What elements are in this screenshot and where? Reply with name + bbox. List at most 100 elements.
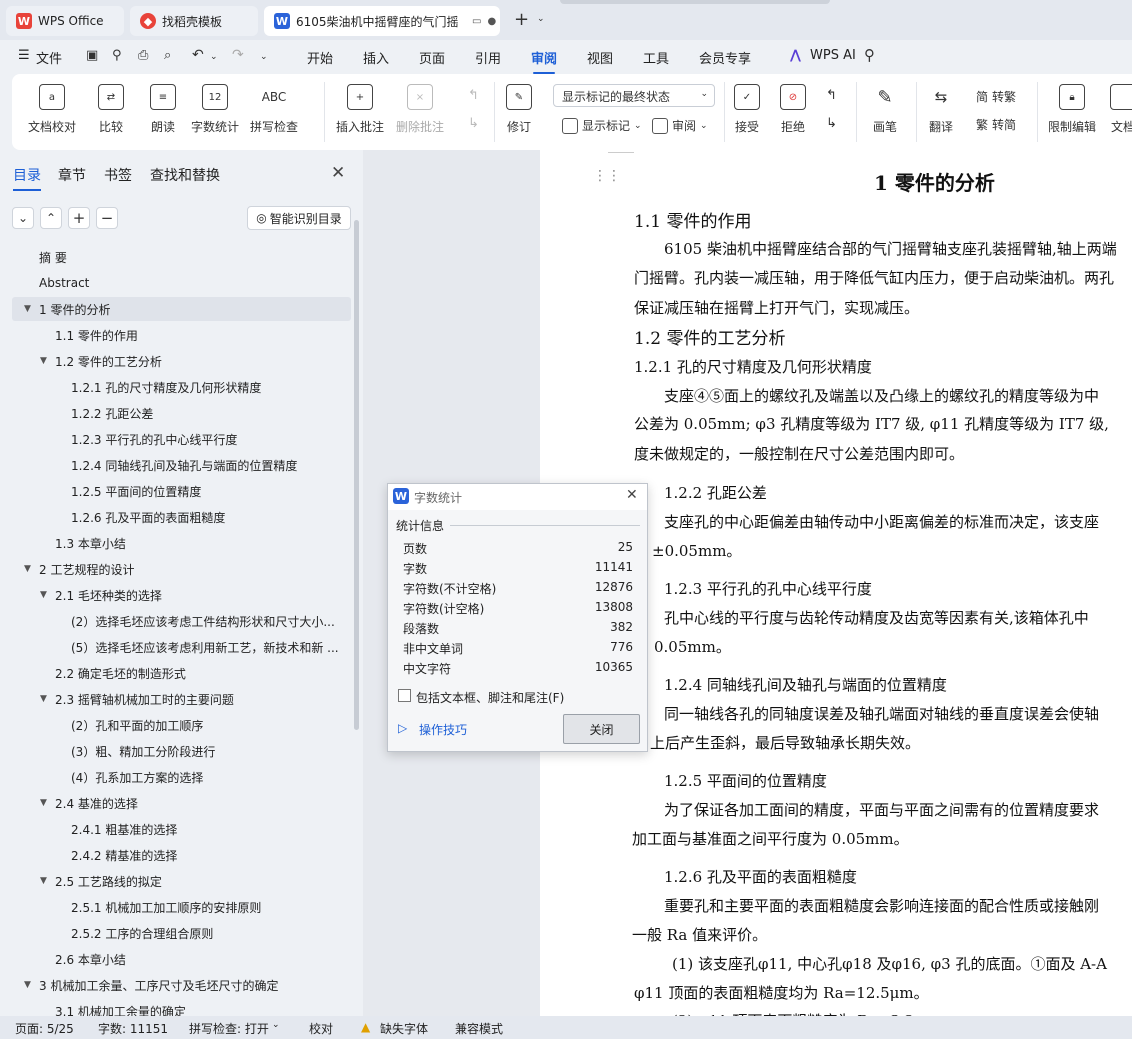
expand-caret-icon[interactable]: ▼: [24, 980, 31, 990]
toc-item[interactable]: 1.2.3 平行孔的孔中心线平行度: [12, 427, 351, 451]
menu-view[interactable]: 视图: [587, 48, 613, 67]
toc-item[interactable]: 1.2.2 孔距公差: [12, 401, 351, 425]
toc-item[interactable]: 1.2.1 孔的尺寸精度及几何形状精度: [12, 375, 351, 399]
print-icon[interactable]: ⎙: [138, 48, 148, 63]
menu-tools[interactable]: 工具: [643, 48, 669, 67]
spell-chevron-icon[interactable]: ⌄: [272, 1020, 280, 1030]
print-preview-icon[interactable]: ⌕: [164, 48, 171, 63]
expand-caret-icon[interactable]: ▼: [40, 590, 47, 600]
menu-file[interactable]: 文件: [36, 48, 62, 67]
toc-item[interactable]: 1.1 零件的作用: [12, 323, 351, 347]
menu-member[interactable]: 会员专享: [699, 48, 751, 67]
add-heading-button[interactable]: +: [68, 207, 90, 229]
insert-comment-button[interactable]: + 插入批注: [336, 84, 384, 135]
delete-comment-button[interactable]: × 删除批注: [396, 84, 444, 135]
close-pane-icon[interactable]: ✕: [331, 163, 345, 183]
smart-toc-button[interactable]: ◎ 智能识别目录: [247, 206, 351, 230]
proofread-status[interactable]: 校对: [309, 1020, 333, 1037]
toc-item[interactable]: ▼ 2 工艺规程的设计: [12, 557, 351, 581]
save-icon[interactable]: ▣: [86, 48, 98, 63]
word-count-button[interactable]: 12 字数统计: [191, 84, 239, 135]
next-change-icon[interactable]: ↳: [826, 116, 837, 131]
collapse-all-button[interactable]: ⌄: [12, 207, 34, 229]
menu-reference[interactable]: 引用: [475, 48, 501, 67]
expand-up-button[interactable]: ⌃: [40, 207, 62, 229]
remove-heading-button[interactable]: −: [96, 207, 118, 229]
include-textbox-checkbox[interactable]: [398, 689, 411, 702]
menu-wps-ai[interactable]: WPS AI: [810, 48, 856, 63]
toc-item[interactable]: 1.2.4 同轴线孔间及轴孔与端面的位置精度: [12, 453, 351, 477]
track-changes-button[interactable]: ✎ 修订: [506, 84, 532, 135]
read-aloud-button[interactable]: ≡ 朗读: [150, 84, 176, 135]
nav-tab-find-replace[interactable]: 查找和替换: [150, 165, 220, 185]
expand-caret-icon[interactable]: ▼: [24, 564, 31, 574]
toc-scrollbar[interactable]: [354, 220, 359, 730]
drag-handle-icon[interactable]: ⋮⋮: [593, 168, 621, 184]
page-indicator[interactable]: 页面: 5/25: [15, 1020, 74, 1037]
toc-item[interactable]: ▼ 2.5 工艺路线的拟定: [12, 869, 351, 893]
nav-tab-toc[interactable]: 目录: [13, 165, 41, 191]
expand-caret-icon[interactable]: ▼: [40, 798, 47, 808]
toc-item[interactable]: ▼ 2.1 毛坯种类的选择: [12, 583, 351, 607]
search-icon[interactable]: ⚲: [864, 46, 875, 64]
operation-tips-link[interactable]: 操作技巧: [419, 721, 467, 738]
translate-button[interactable]: ⇆ 翻译: [928, 84, 954, 135]
toc-item[interactable]: (2）孔和平面的加工顺序: [12, 713, 351, 737]
markup-state-select[interactable]: 显示标记的最终状态 ⌄: [553, 84, 715, 107]
pen-button[interactable]: ✎ 画笔: [872, 84, 898, 135]
nav-tab-bookmarks[interactable]: 书签: [104, 165, 132, 185]
toc-item[interactable]: 2.5.2 工序的合理组合原则: [12, 921, 351, 945]
toc-item[interactable]: 1.3 本章小结: [12, 531, 351, 555]
restrict-edit-button[interactable]: 🔒︎ 限制编辑: [1048, 84, 1096, 135]
toc-item[interactable]: (5）选择毛坯应该考虑利用新工艺，新技术和新 ...: [12, 635, 351, 659]
convert-simplified-button[interactable]: 繁转简: [976, 116, 1016, 133]
toc-item[interactable]: ▼ 1.2 零件的工艺分析: [12, 349, 351, 373]
toc-item[interactable]: 2.2 确定毛坯的制造形式: [12, 661, 351, 685]
hamburger-icon[interactable]: ☰: [18, 48, 30, 63]
word-count-status[interactable]: 字数: 11151: [98, 1020, 168, 1037]
undo-chevron-icon[interactable]: ⌄: [210, 52, 218, 62]
spell-check-status[interactable]: 拼写检查: 打开: [189, 1020, 269, 1037]
toc-item[interactable]: Abstract: [12, 271, 351, 295]
expand-caret-icon[interactable]: ▼: [40, 876, 47, 886]
toc-item[interactable]: 2.6 本章小结: [12, 947, 351, 971]
toc-item[interactable]: (3）粗、精加工分阶段进行: [12, 739, 351, 763]
new-tab-plus-icon[interactable]: +: [514, 9, 529, 30]
toc-item[interactable]: ▼ 3 机械加工余量、工序尺寸及毛坯尺寸的确定: [12, 973, 351, 997]
toc-item[interactable]: 2.4.1 粗基准的选择: [12, 817, 351, 841]
tab-list-chevron-icon[interactable]: ⌄: [537, 14, 545, 24]
close-button[interactable]: 关闭: [563, 714, 640, 744]
review-pane-button[interactable]: 审阅 ⌄: [652, 117, 708, 134]
compare-button[interactable]: ⇄ 比较: [98, 84, 124, 135]
spell-check-button[interactable]: ABC 拼写检查: [250, 84, 298, 135]
expand-caret-icon[interactable]: ▼: [24, 304, 31, 314]
accept-button[interactable]: ✓ 接受: [734, 84, 760, 135]
nav-tab-chapters[interactable]: 章节: [58, 165, 86, 185]
toc-item[interactable]: 2.5.1 机械加工加工顺序的安排原则: [12, 895, 351, 919]
tab-wps-office[interactable]: W WPS Office: [6, 6, 124, 36]
menu-insert[interactable]: 插入: [363, 48, 389, 67]
menu-page[interactable]: 页面: [419, 48, 445, 67]
toc-item[interactable]: 1.2.5 平面间的位置精度: [12, 479, 351, 503]
menu-review[interactable]: 审阅: [531, 48, 557, 74]
toc-item[interactable]: 摘 要: [12, 245, 351, 269]
toc-item[interactable]: 1.2.6 孔及平面的表面粗糙度: [12, 505, 351, 529]
toc-item[interactable]: (2）选择毛坯应该考虑工件结构形状和尺寸大小...: [12, 609, 351, 633]
convert-traditional-button[interactable]: 简转繁: [976, 88, 1016, 105]
toc-item[interactable]: ▼ 2.3 摇臂轴机械加工时的主要问题: [12, 687, 351, 711]
menu-start[interactable]: 开始: [307, 48, 333, 67]
toc-item[interactable]: 2.4.2 精基准的选择: [12, 843, 351, 867]
quick-access-chevron-icon[interactable]: ⌄: [260, 52, 268, 62]
reject-button[interactable]: ⊘ 拒绝: [780, 84, 806, 135]
prev-comment-icon[interactable]: ↰: [468, 88, 479, 103]
undo-icon[interactable]: ↶: [192, 47, 204, 63]
expand-caret-icon[interactable]: ▼: [40, 694, 47, 704]
close-icon[interactable]: ✕: [626, 487, 638, 503]
prev-change-icon[interactable]: ↰: [826, 88, 837, 103]
document-button[interactable]: 文档: [1110, 84, 1132, 135]
window-drag-handle[interactable]: [560, 0, 830, 4]
proofread-button[interactable]: a 文档校对: [28, 84, 76, 135]
toc-item[interactable]: ▼ 1 零件的分析: [12, 297, 351, 321]
unsaved-dot-icon[interactable]: ●: [487, 16, 496, 27]
missing-font-status[interactable]: 缺失字体: [380, 1020, 428, 1037]
